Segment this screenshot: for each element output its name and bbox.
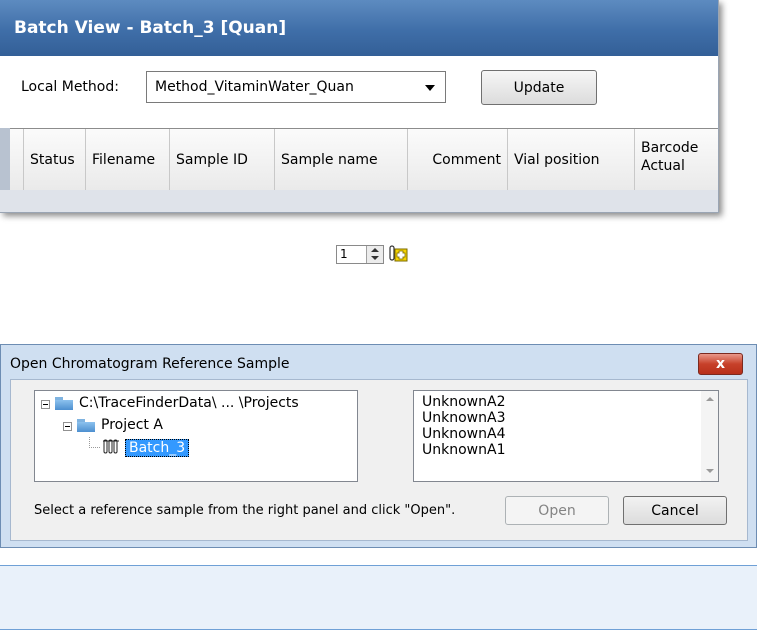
spin-up-icon[interactable] bbox=[371, 248, 379, 252]
column-sample-id[interactable]: Sample ID bbox=[170, 129, 275, 190]
close-button[interactable]: x bbox=[698, 353, 743, 375]
stepper-value: 1 bbox=[340, 247, 348, 261]
sample-list-scrollbar[interactable] bbox=[701, 391, 718, 481]
sample-count-stepper[interactable]: 1 bbox=[336, 245, 384, 264]
list-item[interactable]: UnknownA1 bbox=[422, 442, 505, 458]
update-button[interactable]: Update bbox=[481, 70, 597, 105]
batch-view-header: Batch View - Batch_3 [Quan] bbox=[0, 0, 718, 57]
sample-list[interactable]: UnknownA2 UnknownA3 UnknownA4 UnknownA1 bbox=[413, 390, 719, 482]
collapse-root-icon[interactable] bbox=[41, 400, 50, 409]
project-tree[interactable]: C:\TraceFinderData\ ... \Projects Projec… bbox=[34, 390, 358, 482]
barcode-line2: Actual bbox=[641, 158, 685, 174]
stepper-spin-buttons[interactable] bbox=[366, 246, 383, 263]
spin-down-icon[interactable] bbox=[371, 256, 379, 260]
folder-icon bbox=[55, 397, 73, 410]
column-vial-position[interactable]: Vial position bbox=[508, 129, 635, 190]
open-reference-dialog: Open Chromatogram Reference Sample x C:\… bbox=[0, 344, 757, 548]
open-button[interactable]: Open bbox=[505, 496, 609, 525]
dropdown-arrow-icon bbox=[425, 85, 435, 91]
tree-project-label: Project A bbox=[101, 417, 163, 433]
list-item[interactable]: UnknownA3 bbox=[422, 410, 505, 426]
sample-grid-header: Status Filename Sample ID Sample name Co… bbox=[0, 128, 718, 191]
tree-root-label: C:\TraceFinderData\ ... \Projects bbox=[79, 395, 299, 411]
tree-connector bbox=[89, 437, 100, 448]
tree-node-batch[interactable]: Batch_3 bbox=[125, 439, 190, 457]
batch-view-title: Batch View - Batch_3 [Quan] bbox=[14, 18, 287, 38]
instruction-text: Select a reference sample from the right… bbox=[34, 503, 456, 518]
open-folder-icon bbox=[77, 419, 95, 432]
list-item[interactable]: UnknownA4 bbox=[422, 426, 505, 442]
cancel-button[interactable]: Cancel bbox=[623, 496, 727, 525]
column-status[interactable]: Status bbox=[24, 129, 86, 190]
close-icon: x bbox=[715, 356, 726, 372]
batch-view-panel: Batch View - Batch_3 [Quan] Local Method… bbox=[0, 0, 719, 213]
local-method-label: Local Method: bbox=[21, 79, 119, 95]
sample-grid-body[interactable] bbox=[0, 190, 718, 212]
add-vial-icon[interactable] bbox=[387, 243, 409, 265]
info-band bbox=[0, 565, 757, 630]
barcode-line1: Barcode bbox=[641, 140, 699, 156]
column-filename[interactable]: Filename bbox=[86, 129, 170, 190]
scroll-up-icon[interactable] bbox=[706, 397, 714, 401]
column-barcode-actual[interactable]: Barcode Actual bbox=[635, 129, 718, 190]
local-method-value: Method_VitaminWater_Quan bbox=[155, 79, 354, 95]
vials-icon bbox=[103, 439, 119, 454]
column-sample-name[interactable]: Sample name bbox=[275, 129, 408, 190]
local-method-dropdown[interactable]: Method_VitaminWater_Quan bbox=[146, 71, 446, 103]
collapse-project-icon[interactable] bbox=[63, 422, 72, 431]
scroll-down-icon[interactable] bbox=[706, 469, 714, 473]
dialog-client-area: C:\TraceFinderData\ ... \Projects Projec… bbox=[10, 379, 748, 541]
list-item[interactable]: UnknownA2 bbox=[422, 394, 505, 410]
column-comment[interactable]: Comment bbox=[408, 129, 508, 190]
dialog-title: Open Chromatogram Reference Sample bbox=[10, 356, 290, 372]
